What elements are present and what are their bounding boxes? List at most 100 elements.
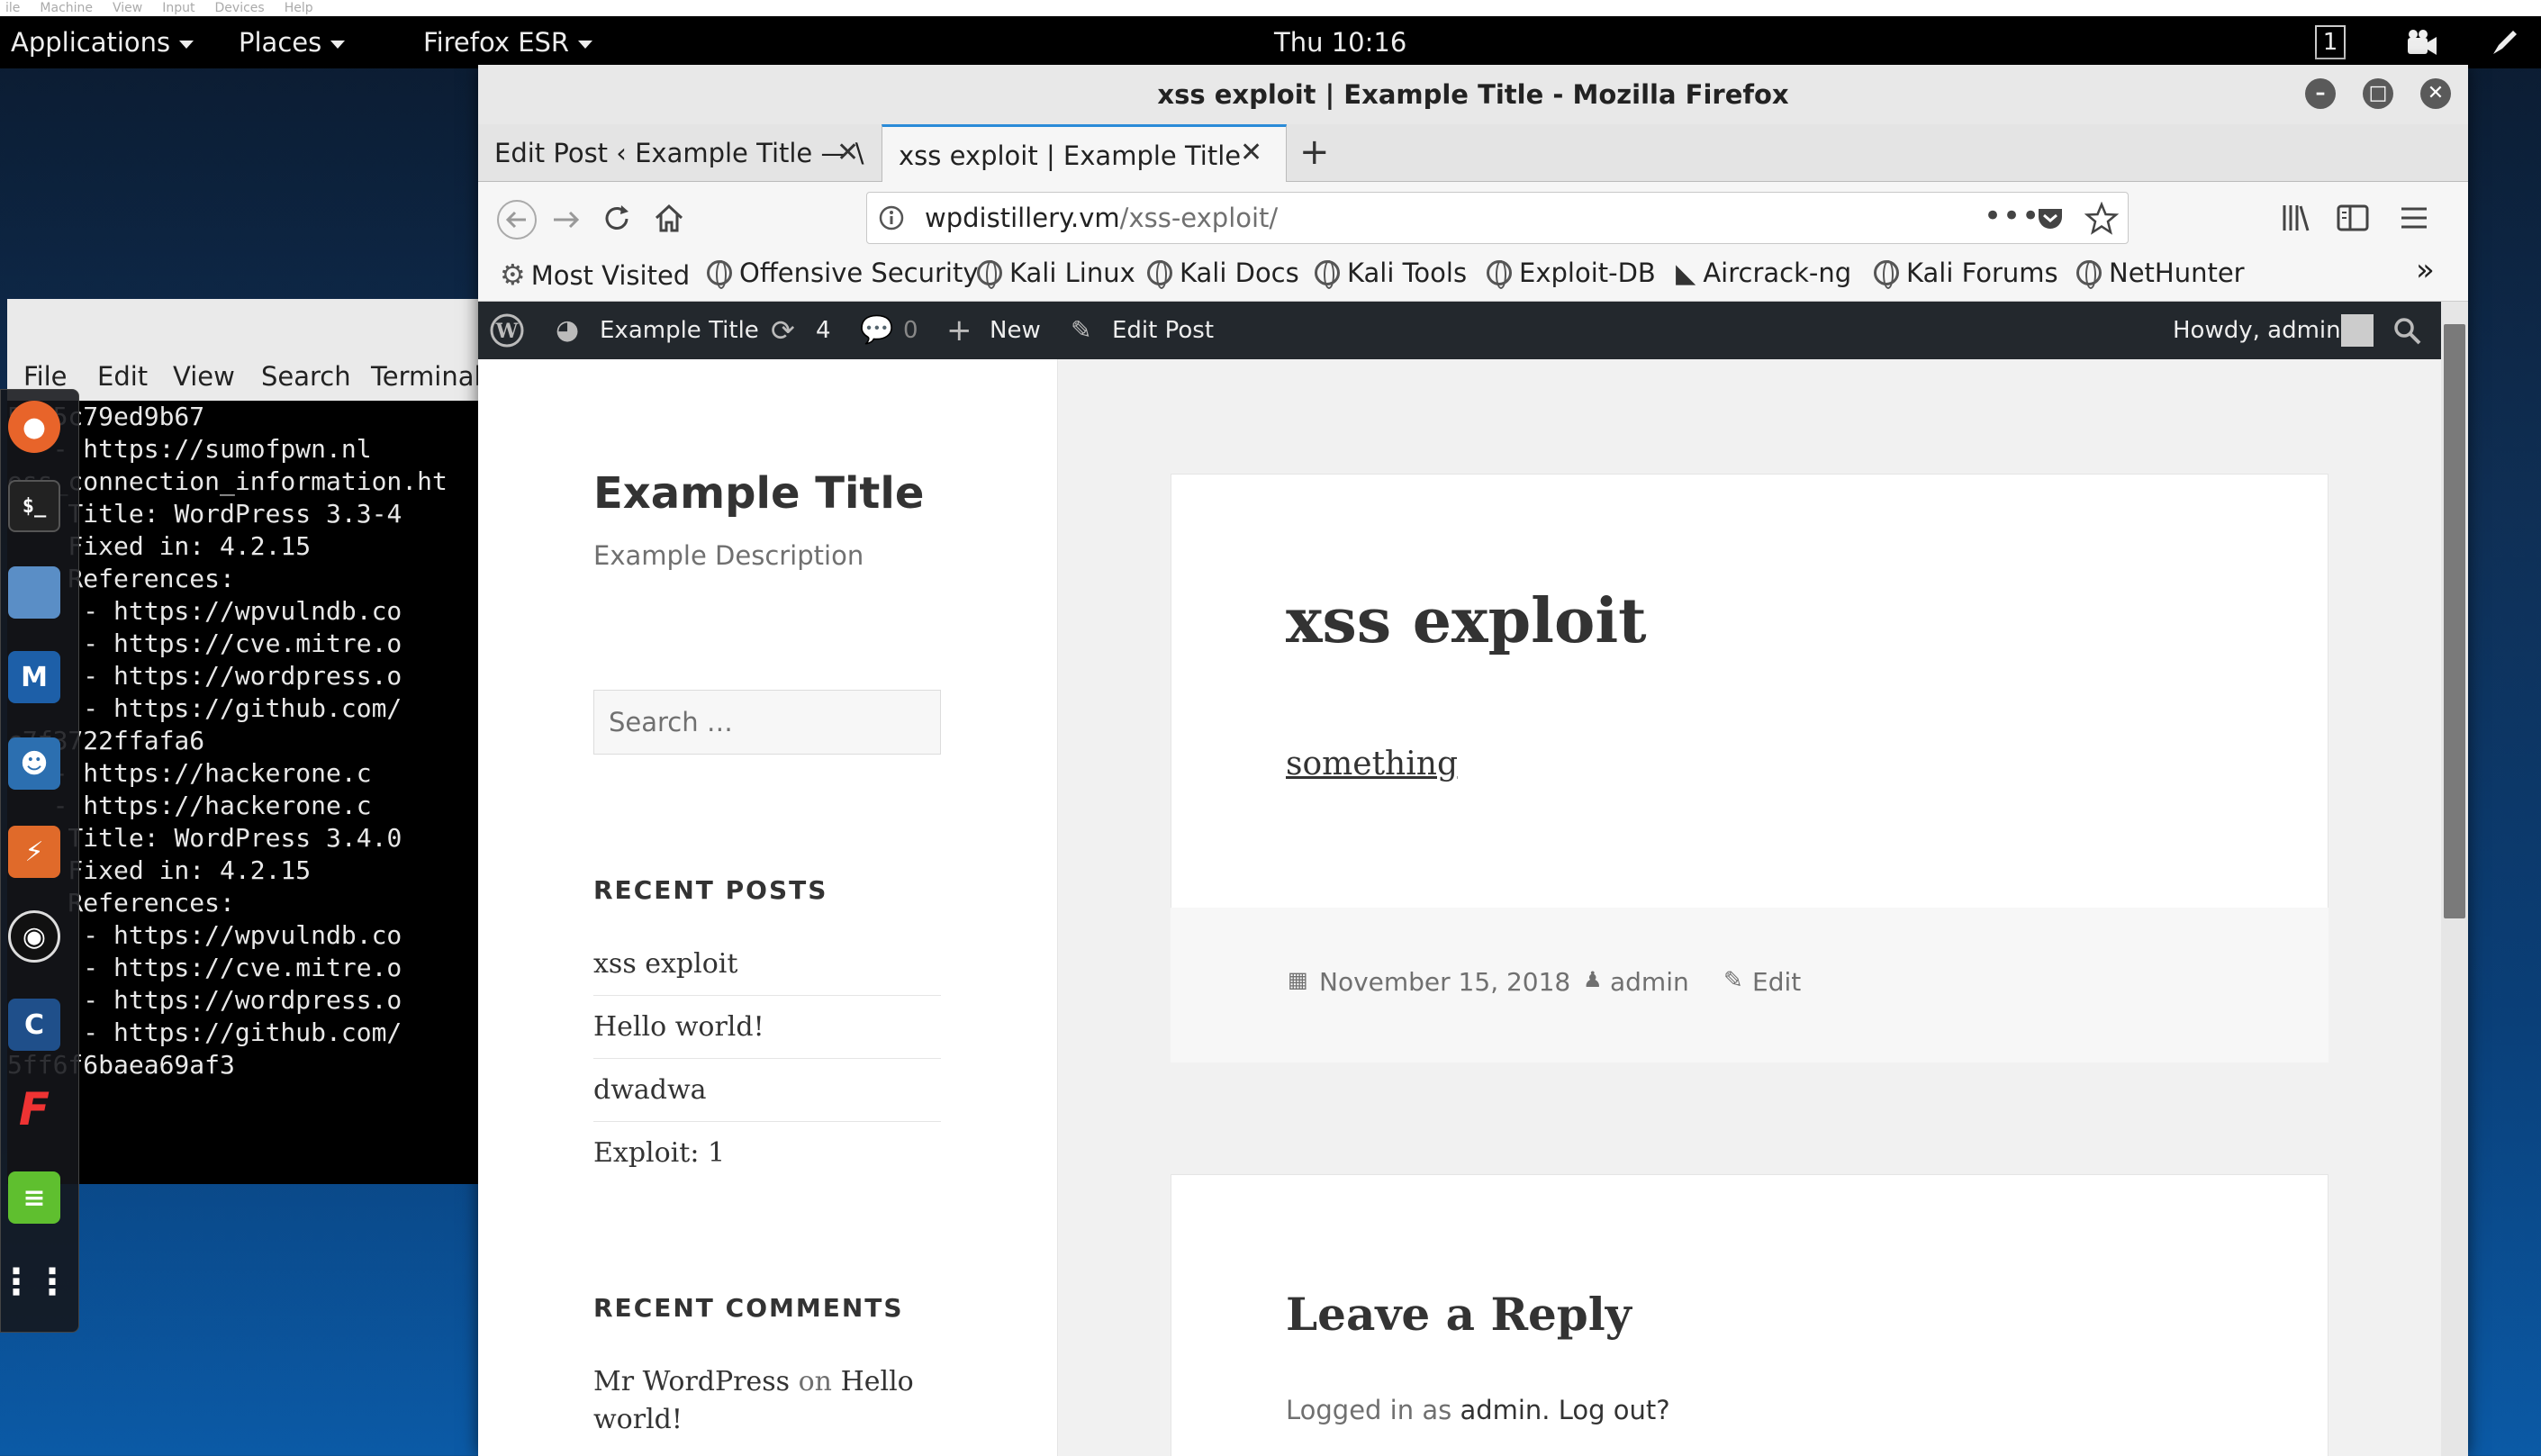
edit-post-link[interactable]: Edit Post: [1112, 302, 1214, 359]
logout-link[interactable]: Log out?: [1559, 1395, 1670, 1425]
places-label: Places: [239, 27, 322, 58]
admin-site-name[interactable]: Example Title: [600, 302, 759, 359]
bookmark-kali-tools[interactable]: Kali Tools: [1315, 258, 1467, 289]
show-apps-icon[interactable]: ⋮⋮: [0, 1256, 70, 1308]
page-actions-icon[interactable]: •••: [1984, 191, 2040, 241]
vm-menu-help[interactable]: Help: [285, 1, 313, 15]
bookmark-aircrack-ng[interactable]: ◣ Aircrack-ng: [1676, 258, 1851, 288]
comments-icon[interactable]: 💬: [860, 302, 893, 359]
vm-menu-bar: ile Machine View Input Devices Help: [0, 0, 2541, 16]
notes-icon[interactable]: ≡: [8, 1171, 60, 1224]
clock[interactable]: Thu 10:16: [1274, 16, 1406, 68]
bookmark-label: Aircrack-ng: [1703, 258, 1852, 288]
url-bar[interactable]: wpdistillery.vmwpdistillery.vm/xss-explo…: [866, 192, 2129, 244]
bookmark-star-icon[interactable]: [2084, 202, 2119, 236]
sidebar-icon[interactable]: [2335, 200, 2371, 236]
vm-menu-view[interactable]: View: [113, 1, 142, 15]
vm-menu-file[interactable]: ile: [5, 1, 20, 15]
bookmark-kali-linux[interactable]: Kali Linux: [977, 258, 1135, 289]
app-menu[interactable]: Firefox ESR: [423, 16, 593, 68]
recent-post-link[interactable]: dwadwa: [593, 1059, 941, 1122]
firefox-icon[interactable]: ●: [8, 401, 60, 453]
pencil-icon: ✎: [1723, 967, 1743, 994]
burpsuite-icon[interactable]: ⚡: [8, 826, 60, 878]
close-button[interactable]: ✕: [2420, 78, 2451, 109]
search-input[interactable]: Search …: [593, 690, 941, 755]
back-button[interactable]: [496, 199, 538, 240]
terminal-menu-search[interactable]: Search: [261, 361, 351, 392]
pocket-icon[interactable]: [2035, 203, 2066, 234]
beef-icon[interactable]: C: [8, 999, 60, 1051]
recent-comment-item: Mr WordPress on Hello world!: [593, 1363, 941, 1439]
comments-count[interactable]: 0: [903, 302, 918, 359]
recent-post-link[interactable]: Hello world!: [593, 996, 941, 1059]
terminal-menu-edit[interactable]: Edit: [97, 361, 148, 392]
site-title[interactable]: Example Title: [593, 468, 924, 519]
terminal-icon[interactable]: $_: [8, 480, 60, 532]
bookmarks-overflow-icon[interactable]: »: [2416, 252, 2435, 288]
minimize-button[interactable]: –: [2305, 78, 2336, 109]
files-icon[interactable]: [8, 566, 60, 619]
terminal-menu-view[interactable]: View: [173, 361, 235, 392]
forward-button[interactable]: [550, 203, 583, 236]
post-author-link[interactable]: admin: [1610, 967, 1689, 997]
howdy-account-menu[interactable]: Howdy, admin: [2173, 302, 2341, 359]
avatar[interactable]: [2341, 314, 2374, 347]
profile-link[interactable]: admin.: [1460, 1395, 1550, 1425]
tab-label: xss exploit | Example Title: [899, 140, 1242, 171]
places-menu[interactable]: Places: [239, 16, 346, 68]
close-tab-icon[interactable]: ✕: [1240, 124, 1262, 182]
close-tab-icon[interactable]: ✕: [836, 124, 859, 182]
new-tab-icon[interactable]: +: [1299, 124, 1330, 180]
updates-icon[interactable]: ⟳: [771, 302, 795, 359]
tab-edit-post[interactable]: Edit Post ‹ Example Title — \: [478, 124, 882, 182]
post-date-link[interactable]: November 15, 2018: [1319, 967, 1570, 997]
tab-xss-exploit[interactable]: xss exploit | Example Title: [882, 124, 1287, 182]
bookmark-kali-docs[interactable]: Kali Docs: [1147, 258, 1299, 289]
scrollbar-thumb[interactable]: [2444, 324, 2465, 918]
vm-menu-input[interactable]: Input: [162, 1, 194, 15]
bookmark-nethunter[interactable]: NetHunter: [2076, 258, 2245, 289]
vm-menu-machine[interactable]: Machine: [40, 1, 93, 15]
info-icon[interactable]: [878, 204, 905, 231]
chevron-down-icon: [578, 40, 593, 49]
window-title[interactable]: xss exploit | Example Title - Mozilla Fi…: [478, 65, 2468, 124]
gnome-top-bar: Applications Places Firefox ESR Thu 10:1…: [0, 16, 2541, 68]
bookmark-label: Most Visited: [530, 260, 691, 291]
svg-text:W: W: [495, 320, 519, 343]
applications-menu[interactable]: Applications: [11, 16, 194, 68]
wordpress-logo-icon[interactable]: W: [489, 312, 525, 348]
globe-icon: [1147, 260, 1172, 289]
bookmark-kali-forums[interactable]: Kali Forums: [1874, 258, 2058, 289]
updates-count[interactable]: 4: [816, 302, 831, 359]
search-icon[interactable]: [2392, 316, 2423, 347]
bookmark-most-visited[interactable]: ⚙ Most Visited: [500, 258, 690, 292]
bookmark-exploit-db[interactable]: Exploit-DB: [1487, 258, 1656, 289]
home-button[interactable]: [651, 200, 687, 236]
calendar-icon: ▦: [1288, 967, 1308, 992]
plus-icon: +: [946, 312, 972, 348]
terminal-menu-file[interactable]: File: [23, 361, 68, 392]
bookmark-offensive-security[interactable]: Offensive Security: [707, 258, 979, 289]
metasploit-icon[interactable]: M: [8, 651, 60, 703]
terminal-menu-terminal[interactable]: Terminal: [371, 361, 482, 392]
recent-post-link[interactable]: xss exploit: [593, 933, 941, 996]
maximize-button[interactable]: □: [2363, 78, 2393, 109]
armitage-icon[interactable]: ☻: [8, 737, 60, 790]
video-devices-icon[interactable]: [2406, 29, 2438, 58]
comment-author-link[interactable]: Mr WordPress: [593, 1366, 790, 1397]
recent-post-link[interactable]: Exploit: 1: [593, 1122, 941, 1185]
pen-tool-icon[interactable]: [2490, 27, 2520, 58]
post-content-link[interactable]: something: [1286, 746, 1458, 782]
maltego-icon[interactable]: ◉: [8, 910, 60, 963]
workspace-indicator[interactable]: 1: [2315, 25, 2346, 59]
logged-in-as: Logged in as admin. Log out?: [1286, 1395, 1670, 1425]
hamburger-menu-icon[interactable]: [2396, 200, 2432, 236]
globe-icon: [1874, 260, 1899, 289]
library-icon[interactable]: [2279, 200, 2315, 236]
reload-button[interactable]: [600, 202, 634, 236]
new-content-button[interactable]: New: [990, 302, 1041, 359]
post-edit-link[interactable]: Edit: [1752, 967, 1801, 997]
vm-menu-devices[interactable]: Devices: [215, 1, 265, 15]
faraday-icon[interactable]: F: [8, 1083, 60, 1135]
